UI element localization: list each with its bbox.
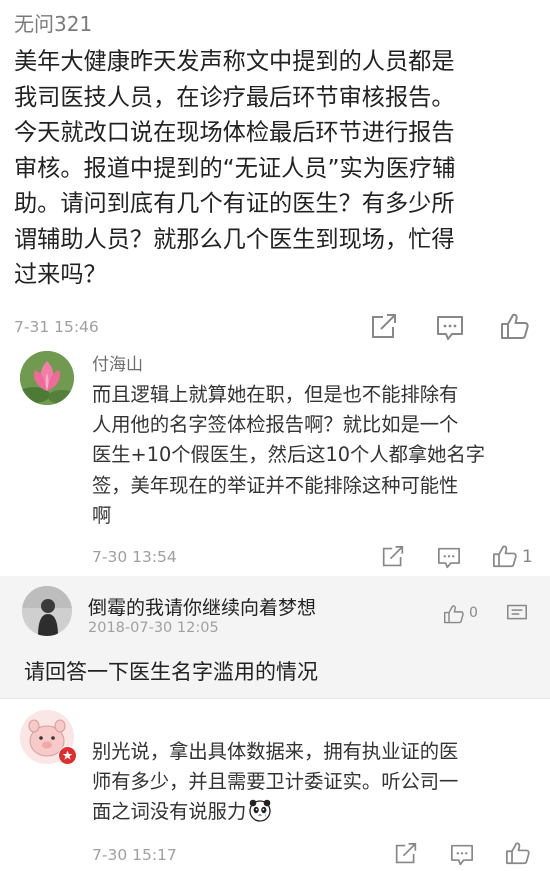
main-comment-line: 美年大健康昨天发声称文中提到的人员都是 bbox=[14, 48, 455, 75]
main-comment-line: 审核。报道中提到的“无证人员”实为医疗辅 bbox=[14, 154, 456, 182]
reply-username[interactable]: 倒霉的我请你继续向着梦想 bbox=[88, 593, 316, 620]
person-avatar-image bbox=[22, 586, 72, 636]
comment-icon bbox=[437, 547, 460, 569]
reply-line-text: 面之词没有说服力 bbox=[92, 800, 247, 824]
reply-username[interactable]: 付海山 bbox=[92, 350, 143, 375]
reply-line: 别光说，拿出具体数据来，拥有执业证的医 bbox=[92, 740, 459, 763]
reply-line: 医生+10个假医生，然后这10个人都拿她名字 bbox=[92, 443, 486, 467]
emoji-icon bbox=[248, 798, 272, 831]
main-comment-timestamp: 7-31 15:46 bbox=[14, 318, 99, 336]
share-icon bbox=[372, 314, 396, 338]
like-button[interactable] bbox=[505, 841, 531, 865]
thumbs-up-icon bbox=[506, 842, 530, 865]
lotus-avatar-image bbox=[20, 351, 74, 405]
reply-line: 面之词没有说服力 bbox=[92, 797, 544, 831]
reply-line: 啊 bbox=[92, 503, 112, 527]
share-icon bbox=[382, 546, 404, 567]
main-comment-line: 今天就改口说在现场体检最后环节进行报告 bbox=[14, 119, 455, 146]
thumbs-up-icon bbox=[501, 313, 529, 339]
main-comment-line: 谓辅助人员？就那么几个医生到现场，忙得 bbox=[14, 225, 455, 253]
reply-line: 而且逻辑上就算她在职，但是也不能排除有 bbox=[92, 383, 459, 406]
like-button[interactable] bbox=[443, 604, 465, 624]
panda-emoji-icon bbox=[249, 800, 271, 823]
main-comment-line: 我司医技人员，在诊疗最后环节审核报告。 bbox=[14, 83, 455, 111]
avatar[interactable] bbox=[20, 351, 74, 405]
thumbs-up-icon bbox=[493, 545, 517, 568]
like-count: 0 bbox=[469, 605, 478, 621]
comment-button[interactable] bbox=[437, 547, 461, 569]
reply-line: 人用他的名字签体检报告啊？就比如是一个 bbox=[92, 413, 459, 437]
reply-text: 而且逻辑上就算她在职，但是也不能排除有 人用他的名字签体检报告啊？就比如是一个 … bbox=[92, 380, 542, 531]
comment-icon bbox=[507, 604, 527, 620]
share-button[interactable] bbox=[370, 314, 398, 340]
like-button[interactable] bbox=[500, 312, 530, 340]
comment-icon bbox=[450, 844, 473, 866]
verified-badge bbox=[58, 746, 77, 765]
like-count: 1 bbox=[522, 547, 533, 567]
thumbs-up-icon bbox=[444, 605, 464, 624]
reply-timestamp: 7-30 15:17 bbox=[92, 846, 177, 864]
reply-timestamp: 7-30 13:54 bbox=[92, 548, 177, 566]
main-comment-username[interactable]: 无问321 bbox=[14, 8, 92, 37]
reply-timestamp: 2018-07-30 12:05 bbox=[88, 620, 219, 636]
main-comment-line: 过来吗？ bbox=[14, 261, 107, 288]
comment-button[interactable] bbox=[506, 604, 528, 624]
reply-line: 师有多少，并且需要卫计委证实。听公司一 bbox=[92, 770, 459, 794]
star-icon bbox=[62, 750, 73, 760]
reply-text: 请回答一下医生名字滥用的情况 bbox=[24, 660, 318, 684]
comment-button[interactable] bbox=[436, 315, 464, 341]
reply-line: 签，美年现在的举证并不能排除这种可能性 bbox=[92, 473, 459, 497]
divider bbox=[0, 698, 550, 699]
share-button[interactable] bbox=[381, 546, 405, 568]
like-button[interactable] bbox=[492, 544, 518, 568]
share-icon bbox=[395, 843, 417, 864]
reply-text: 别光说，拿出具体数据来，拥有执业证的医 师有多少，并且需要卫计委证实。听公司一 … bbox=[92, 737, 544, 832]
avatar[interactable] bbox=[22, 586, 72, 636]
comment-button[interactable] bbox=[450, 844, 474, 866]
main-comment-text: 美年大健康昨天发声称文中提到的人员都是 我司医技人员，在诊疗最后环节审核报告。 … bbox=[14, 44, 542, 293]
comment-icon bbox=[437, 316, 463, 340]
main-comment-line: 助。请问到底有几个有证的医生？有多少所 bbox=[14, 190, 455, 217]
share-button[interactable] bbox=[394, 843, 418, 865]
